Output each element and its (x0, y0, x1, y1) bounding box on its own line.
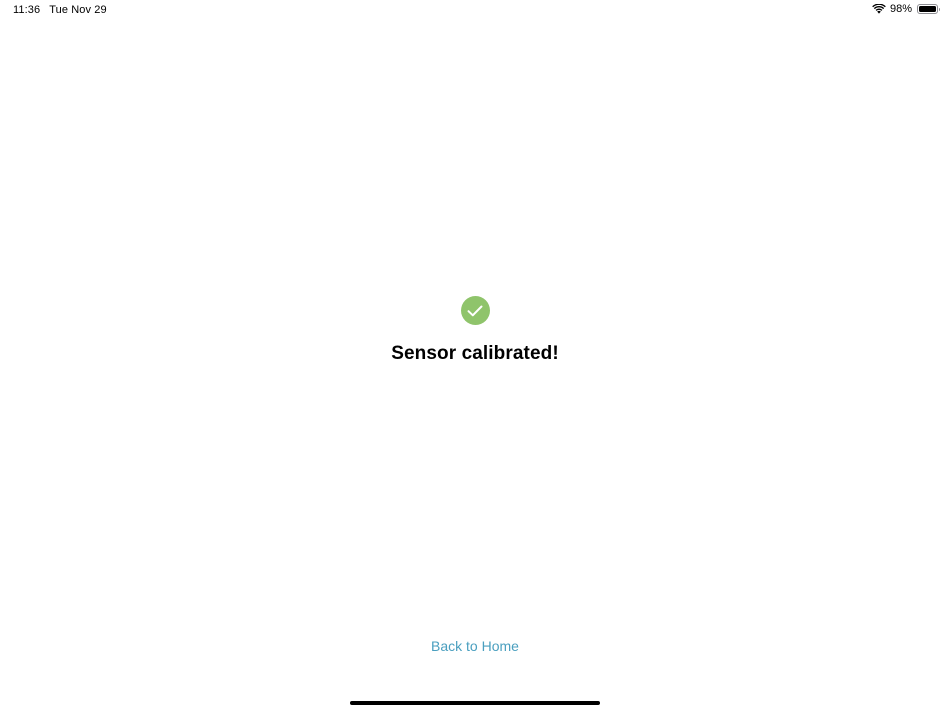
success-message: Sensor calibrated! (0, 296, 950, 365)
calibration-success-screen: 11:36 Tue Nov 29 98% Sensor calibrated! … (0, 0, 950, 712)
status-date: Tue Nov 29 (49, 4, 107, 16)
status-bar-left: 11:36 Tue Nov 29 (13, 4, 107, 16)
back-to-home-button[interactable]: Back to Home (0, 638, 950, 654)
battery-percent: 98% (889, 3, 912, 15)
wifi-icon (872, 4, 886, 14)
checkmark-circle-icon (460, 296, 490, 325)
status-time: 11:36 (13, 4, 41, 16)
battery-level-fill (919, 6, 936, 12)
status-bar: 11:36 Tue Nov 29 98% (0, 0, 950, 22)
success-title: Sensor calibrated! (391, 343, 559, 364)
status-bar-right: 98% (872, 3, 940, 15)
home-indicator[interactable] (350, 701, 600, 705)
battery-icon (917, 4, 940, 14)
